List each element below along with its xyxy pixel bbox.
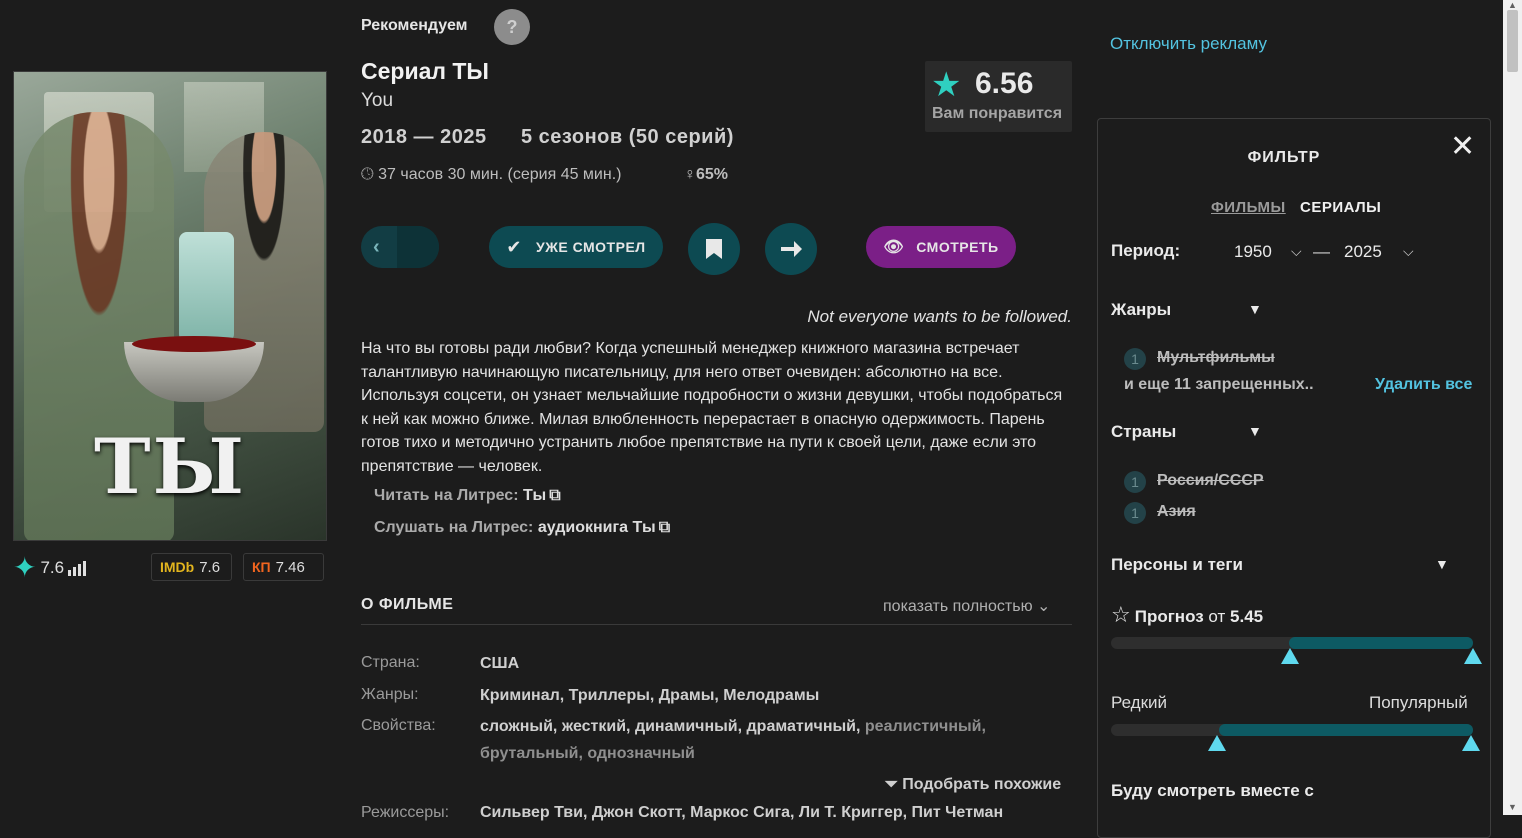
close-icon[interactable]: ✕ [1450, 129, 1475, 164]
scroll-up-icon[interactable]: ▲ [1508, 0, 1517, 10]
directors-value[interactable]: Сильвер Тви, Джон Скотт, Маркос Сига, Ли… [480, 804, 1003, 822]
prev-button[interactable]: ‹ [361, 226, 439, 268]
delete-all-link[interactable]: Удалить все [1375, 376, 1472, 394]
country-count: 1 [1124, 471, 1146, 493]
period-dash: — [1313, 242, 1330, 261]
duration: 🕓︎ 37 часов 30 мин. (серия 45 мин.) [361, 166, 622, 183]
chevron-down-icon: ⌄ [1037, 598, 1051, 615]
years: 2018 — 2025 [361, 126, 487, 148]
external-link-icon: ⧉ [658, 519, 671, 536]
persons-filter-label[interactable]: Персоны и теги [1111, 555, 1243, 575]
more-excluded[interactable]: и еще 11 запрещенных.. [1124, 376, 1314, 394]
directors-label: Режиссеры: [361, 804, 450, 821]
star-outline-icon: ☆ [1111, 602, 1131, 627]
help-icon[interactable]: ? [494, 9, 530, 45]
year-from-select[interactable]: 1950 [1234, 242, 1272, 262]
external-link-icon: ⧉ [549, 487, 561, 504]
excluded-country[interactable]: Россия/СССР [1157, 472, 1264, 490]
forecast-filter-label: ☆ Прогноз от 5.45 [1111, 602, 1264, 627]
popularity-slider-max-handle[interactable] [1462, 735, 1480, 751]
filter-title: ФИЛЬТР [1247, 149, 1321, 166]
signal-bars-icon [68, 560, 87, 576]
filter-panel: ФИЛЬТР ✕ ФИЛЬМЫ СЕРИАЛЫ Период: 1950 ⌵ —… [1097, 118, 1491, 838]
genres-label: Жанры: [361, 686, 419, 703]
props-label: Свойства: [361, 717, 436, 734]
eye-icon: 👁︎ [883, 239, 905, 256]
chevron-down-icon[interactable]: ⌵ [1403, 243, 1414, 260]
arrow-right-icon [781, 241, 802, 257]
triangle-down-icon[interactable]: ▼ [1248, 423, 1262, 439]
description: На что вы готовы ради любви? Когда успеш… [361, 340, 1063, 475]
scroll-down-icon[interactable]: ▼ [1508, 802, 1517, 812]
forecast-label: Вам понравится [932, 105, 1063, 122]
year-to-select[interactable]: 2025 [1344, 242, 1382, 262]
bookmark-icon [706, 239, 722, 259]
seasons-count: 5 сезонов (50 серий) [521, 126, 734, 148]
poster-title: ТЫ [94, 422, 246, 511]
popularity-slider[interactable] [1111, 724, 1473, 736]
share-button[interactable] [765, 223, 817, 275]
country-value[interactable]: США [480, 650, 1070, 677]
props-value[interactable]: сложный, жесткий, динамичный, драматичны… [480, 713, 1070, 767]
genre-count: 1 [1124, 348, 1146, 370]
kp-badge[interactable]: КП 7.46 [243, 553, 324, 581]
tab-series[interactable]: СЕРИАЛЫ [1300, 199, 1381, 216]
chevron-left-icon: ‹ [373, 235, 381, 258]
check-icon: ✔ [506, 236, 522, 257]
forecast-value: 6.56 [975, 67, 1034, 100]
imdb-badge[interactable]: IMDb 7.6 [151, 553, 232, 581]
triangle-down-icon[interactable]: ▼ [1248, 301, 1262, 317]
popular-label: Популярный [1369, 693, 1468, 712]
popularity-slider-min-handle[interactable] [1208, 735, 1226, 751]
bookmark-button[interactable] [688, 223, 740, 275]
country-count: 1 [1124, 502, 1146, 524]
triangle-down-icon[interactable]: ▼ [1435, 556, 1449, 572]
about-heading: О ФИЛЬМЕ [361, 596, 454, 613]
tab-films[interactable]: ФИЛЬМЫ [1211, 199, 1286, 216]
chevron-down-icon[interactable]: ⌵ [1291, 243, 1302, 260]
genres-value[interactable]: Криминал, Триллеры, Драмы, Мелодрамы [480, 682, 1070, 709]
show-full-link[interactable]: показать полностью ⌄ [883, 596, 1050, 616]
countries-filter-label[interactable]: Страны [1111, 422, 1176, 442]
watch-button[interactable]: 👁︎ СМОТРЕТЬ [866, 226, 1016, 268]
original-title: You [361, 90, 394, 111]
excluded-genre[interactable]: Мультфильмы [1157, 349, 1275, 367]
female-share: ♀65% [684, 166, 729, 183]
already-watched-button[interactable]: ✔ УЖЕ СМОТРЕЛ [489, 226, 663, 268]
period-label: Период: [1111, 241, 1181, 260]
scrollbar[interactable]: ▲ ▼ [1503, 0, 1522, 815]
rare-label: Редкий [1111, 693, 1168, 712]
scrollbar-thumb[interactable] [1507, 10, 1518, 72]
watch-with-label[interactable]: Буду смотреть вместе с [1111, 781, 1314, 801]
disable-ads-link[interactable]: Отключить рекламу [1110, 34, 1267, 54]
recommend-label: Рекомендуем [361, 17, 468, 34]
own-rating: 7.6 [40, 558, 65, 577]
forecast-slider-max-handle[interactable] [1464, 648, 1482, 664]
forecast-star-icon: ★ [931, 66, 962, 104]
female-icon: ♀ [684, 166, 696, 183]
poster-image: ТЫ [13, 71, 327, 541]
sparkle-star-icon: ✦ [13, 552, 37, 583]
clock-icon: 🕓︎ [361, 166, 379, 183]
forecast-box: ★ 6.56 Вам понравится [925, 61, 1072, 132]
divider [361, 624, 1072, 625]
page-title: Сериал ТЫ [361, 58, 489, 84]
country-label: Страна: [361, 654, 420, 671]
excluded-country[interactable]: Азия [1157, 503, 1196, 521]
find-similar-link[interactable]: ⏷ Подобрать похожие [885, 776, 1061, 794]
genres-filter-label[interactable]: Жанры [1111, 300, 1171, 320]
forecast-slider-min-handle[interactable] [1281, 648, 1299, 664]
tagline: Not everyone wants to be followed. [807, 307, 1072, 326]
litres-listen-link[interactable]: Слушать на Литрес: аудиокнига Ты ⧉ [374, 519, 670, 537]
funnel-icon: ⏷ [885, 776, 898, 793]
litres-read-link[interactable]: Читать на Литрес: Ты ⧉ [374, 487, 561, 505]
